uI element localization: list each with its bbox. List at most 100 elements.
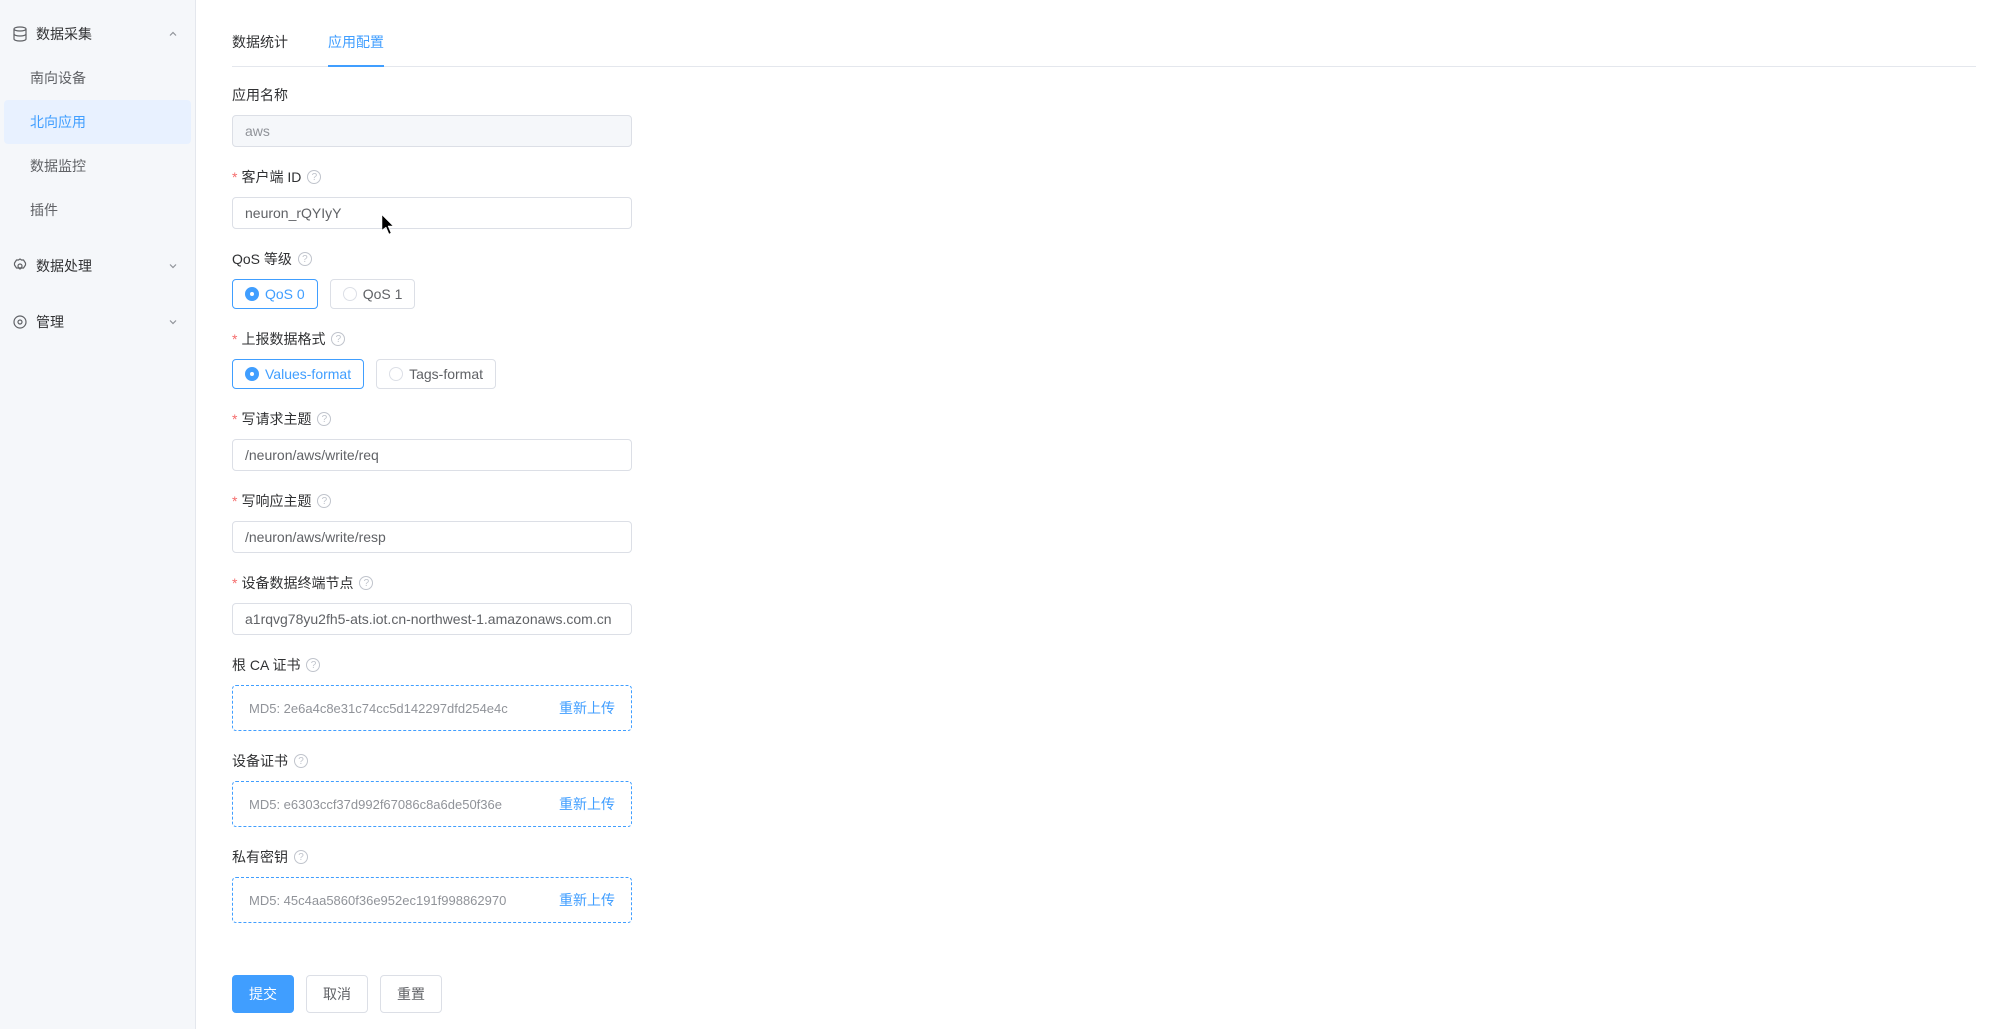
form: 应用名称 * 客户端 ID ? QoS 等级 ? — [232, 85, 1392, 923]
required-mark: * — [232, 331, 237, 347]
radio-qos-0[interactable]: QoS 0 — [232, 279, 318, 309]
label-text: 写请求主题 — [241, 409, 311, 429]
content: 数据统计 应用配置 应用名称 * 客户端 ID ? — [196, 0, 2012, 959]
footer: 提交 取消 重置 — [196, 959, 2012, 1029]
help-icon[interactable]: ? — [294, 754, 308, 768]
form-item-endpoint: * 设备数据终端节点 ? — [232, 573, 1392, 635]
help-icon[interactable]: ? — [331, 332, 345, 346]
reupload-link[interactable]: 重新上传 — [559, 698, 615, 718]
chevron-up-icon — [167, 28, 179, 40]
label-text: 上报数据格式 — [241, 329, 325, 349]
form-label: * 上报数据格式 ? — [232, 329, 1392, 349]
help-icon[interactable]: ? — [306, 658, 320, 672]
form-label: 私有密钥 ? — [232, 847, 1392, 867]
label-text: 客户端 ID — [241, 167, 301, 187]
help-icon[interactable]: ? — [317, 412, 331, 426]
radio-label: QoS 1 — [363, 286, 403, 302]
form-label: 根 CA 证书 ? — [232, 655, 1392, 675]
sidebar-group-header-management[interactable]: 管理 — [0, 300, 195, 344]
radio-label: QoS 0 — [265, 286, 305, 302]
form-label: QoS 等级 ? — [232, 249, 1392, 269]
write-req-topic-input[interactable] — [232, 439, 632, 471]
sidebar-group-label: 数据处理 — [36, 256, 92, 276]
md5-text: MD5: 45c4aa5860f36e952ec191f998862970 — [249, 893, 506, 908]
tab-statistics[interactable]: 数据统计 — [232, 32, 288, 66]
sidebar-item-label: 插件 — [30, 202, 58, 218]
chevron-down-icon — [167, 316, 179, 328]
radio-tags-format[interactable]: Tags-format — [376, 359, 496, 389]
form-item-format: * 上报数据格式 ? Values-format Tags-format — [232, 329, 1392, 389]
form-label: * 客户端 ID ? — [232, 167, 1392, 187]
sidebar-item-label: 南向设备 — [30, 70, 86, 86]
required-mark: * — [232, 575, 237, 591]
submit-button[interactable]: 提交 — [232, 975, 294, 1013]
form-item-client-id: * 客户端 ID ? — [232, 167, 1392, 229]
md5-text: MD5: e6303ccf37d992f67086c8a6de50f36e — [249, 797, 502, 812]
database-icon — [12, 26, 28, 42]
sidebar-group-data-process: 数据处理 — [0, 232, 195, 288]
endpoint-input[interactable] — [232, 603, 632, 635]
sidebar-group-data-collect: 数据采集 南向设备 北向应用 数据监控 插件 — [0, 0, 195, 232]
radio-label: Tags-format — [409, 366, 483, 382]
label-text: 应用名称 — [232, 85, 288, 105]
form-label: * 写请求主题 ? — [232, 409, 1392, 429]
md5-text: MD5: 2e6a4c8e31c74cc5d142297dfd254e4c — [249, 701, 508, 716]
tab-label: 应用配置 — [328, 34, 384, 50]
help-icon[interactable]: ? — [317, 494, 331, 508]
form-label: * 设备数据终端节点 ? — [232, 573, 1392, 593]
form-label: 应用名称 — [232, 85, 1392, 105]
app-name-input — [232, 115, 632, 147]
form-item-app-name: 应用名称 — [232, 85, 1392, 147]
sidebar-group-label: 管理 — [36, 312, 64, 332]
sidebar-group-header-data-process[interactable]: 数据处理 — [0, 244, 195, 288]
sidebar-item-northbound[interactable]: 北向应用 — [4, 100, 191, 144]
format-radio-group: Values-format Tags-format — [232, 359, 1392, 389]
root-ca-upload-box: MD5: 2e6a4c8e31c74cc5d142297dfd254e4c 重新… — [232, 685, 632, 731]
form-item-write-resp-topic: * 写响应主题 ? — [232, 491, 1392, 553]
required-mark: * — [232, 169, 237, 185]
help-icon[interactable]: ? — [298, 252, 312, 266]
form-label: * 写响应主题 ? — [232, 491, 1392, 511]
label-text: 写响应主题 — [241, 491, 311, 511]
reset-button[interactable]: 重置 — [380, 975, 442, 1013]
reupload-link[interactable]: 重新上传 — [559, 794, 615, 814]
label-text: QoS 等级 — [232, 249, 292, 269]
radio-qos-1[interactable]: QoS 1 — [330, 279, 416, 309]
required-mark: * — [232, 411, 237, 427]
tab-label: 数据统计 — [232, 34, 288, 50]
tab-app-config[interactable]: 应用配置 — [328, 32, 384, 66]
main: 数据统计 应用配置 应用名称 * 客户端 ID ? — [196, 0, 2012, 1029]
sidebar-item-label: 北向应用 — [30, 114, 86, 130]
radio-dot-icon — [389, 367, 403, 381]
tabs: 数据统计 应用配置 — [232, 32, 1976, 67]
label-text: 根 CA 证书 — [232, 655, 300, 675]
help-icon[interactable]: ? — [307, 170, 321, 184]
label-text: 设备数据终端节点 — [241, 573, 353, 593]
sidebar-group-header-data-collect[interactable]: 数据采集 — [0, 12, 195, 56]
chevron-down-icon — [167, 260, 179, 272]
write-resp-topic-input[interactable] — [232, 521, 632, 553]
required-mark: * — [232, 493, 237, 509]
form-item-root-ca: 根 CA 证书 ? MD5: 2e6a4c8e31c74cc5d142297df… — [232, 655, 1392, 731]
form-label: 设备证书 ? — [232, 751, 1392, 771]
sidebar: 数据采集 南向设备 北向应用 数据监控 插件 — [0, 0, 196, 1029]
cancel-button[interactable]: 取消 — [306, 975, 368, 1013]
client-id-input[interactable] — [232, 197, 632, 229]
settings-icon — [12, 314, 28, 330]
radio-dot-icon — [343, 287, 357, 301]
radio-values-format[interactable]: Values-format — [232, 359, 364, 389]
form-item-qos: QoS 等级 ? QoS 0 QoS 1 — [232, 249, 1392, 309]
form-item-device-cert: 设备证书 ? MD5: e6303ccf37d992f67086c8a6de50… — [232, 751, 1392, 827]
private-key-upload-box: MD5: 45c4aa5860f36e952ec191f998862970 重新… — [232, 877, 632, 923]
sidebar-item-plugins[interactable]: 插件 — [4, 188, 191, 232]
label-text: 设备证书 — [232, 751, 288, 771]
reupload-link[interactable]: 重新上传 — [559, 890, 615, 910]
form-item-write-req-topic: * 写请求主题 ? — [232, 409, 1392, 471]
sidebar-item-southbound[interactable]: 南向设备 — [4, 56, 191, 100]
help-icon[interactable]: ? — [294, 850, 308, 864]
device-cert-upload-box: MD5: e6303ccf37d992f67086c8a6de50f36e 重新… — [232, 781, 632, 827]
gear-icon — [12, 258, 28, 274]
help-icon[interactable]: ? — [359, 576, 373, 590]
sidebar-item-data-monitor[interactable]: 数据监控 — [4, 144, 191, 188]
form-item-private-key: 私有密钥 ? MD5: 45c4aa5860f36e952ec191f99886… — [232, 847, 1392, 923]
